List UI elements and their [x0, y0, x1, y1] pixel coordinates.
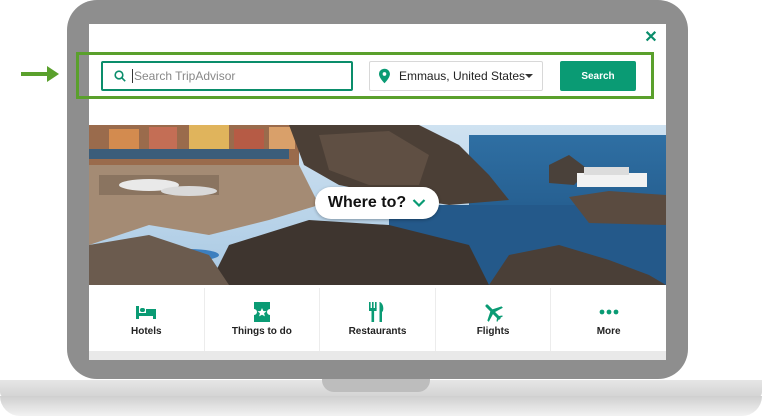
- search-text-field[interactable]: [134, 69, 334, 83]
- screen-bottom-strip: [89, 351, 666, 360]
- close-icon[interactable]: ✕: [640, 29, 662, 47]
- where-to-button[interactable]: Where to?: [315, 187, 439, 219]
- category-bar: Hotels Things to do Restaurants Flights …: [89, 288, 666, 351]
- caret-down-icon: [525, 74, 533, 78]
- category-label: Restaurants: [348, 326, 407, 337]
- category-label: Hotels: [131, 326, 162, 337]
- laptop-notch: [322, 379, 430, 392]
- more-dots-icon: [598, 302, 620, 322]
- fork-knife-icon: [366, 302, 388, 322]
- category-more[interactable]: More: [551, 288, 666, 351]
- plane-icon: [482, 302, 504, 322]
- category-things-to-do[interactable]: Things to do: [205, 288, 321, 351]
- location-dropdown[interactable]: Emmaus, United States: [369, 61, 543, 91]
- category-restaurants[interactable]: Restaurants: [320, 288, 436, 351]
- where-to-label: Where to?: [327, 194, 407, 211]
- chevron-down-icon: [412, 199, 426, 208]
- location-pin-icon: [379, 68, 390, 84]
- pointer-arrow-icon: [21, 66, 59, 82]
- ticket-icon: [251, 302, 273, 322]
- category-label: Things to do: [231, 326, 292, 337]
- search-input[interactable]: [101, 61, 353, 91]
- bed-icon: [135, 302, 157, 322]
- category-label: Flights: [476, 326, 510, 337]
- location-value: Emmaus, United States: [398, 69, 525, 83]
- laptop-base-shadow: [0, 396, 762, 416]
- category-flights[interactable]: Flights: [436, 288, 552, 351]
- category-hotels[interactable]: Hotels: [89, 288, 205, 351]
- text-caret: [132, 69, 133, 83]
- search-icon: [108, 70, 132, 82]
- category-label: More: [596, 326, 621, 337]
- search-button[interactable]: Search: [560, 61, 636, 91]
